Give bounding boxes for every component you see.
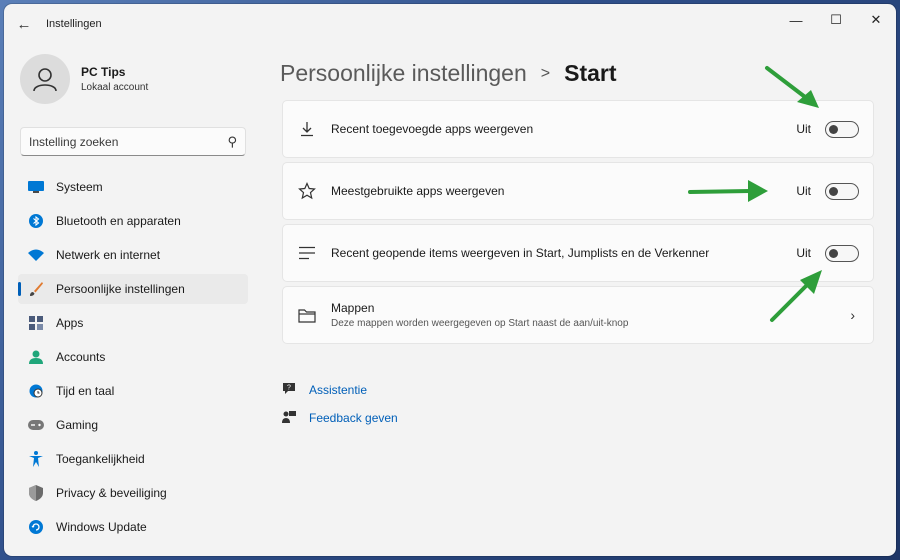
search-icon[interactable]: ⚲ — [227, 134, 237, 150]
recent-apps-toggle[interactable] — [825, 120, 859, 138]
sidebar-item-label: Windows Update — [56, 520, 147, 534]
help-links: ? Assistentie Feedback geven — [282, 376, 398, 432]
sidebar-item-label: Accounts — [56, 350, 106, 364]
back-button[interactable]: ← — [4, 4, 44, 44]
globe-clock-icon — [28, 383, 44, 399]
minimize-icon: — — [789, 12, 803, 28]
sidebar-item-tijd-en-taal[interactable]: Tijd en taal — [18, 376, 248, 406]
toggle-knob — [829, 186, 838, 196]
sidebar-item-label: Bluetooth en apparaten — [56, 214, 181, 228]
chevron-right-icon: › — [850, 307, 855, 323]
breadcrumb: Persoonlijke instellingen > Start — [280, 60, 617, 87]
paintbrush-icon — [28, 281, 44, 297]
feedback-link-row[interactable]: Feedback geven — [282, 404, 398, 432]
person-avatar-icon — [33, 68, 57, 92]
avatar — [20, 54, 70, 104]
apps-icon — [28, 315, 44, 331]
bluetooth-icon — [28, 213, 44, 229]
setting-label: Recent toegevoegde apps weergeven — [331, 122, 534, 136]
sidebar-item-label: Netwerk en internet — [56, 248, 161, 262]
feedback-icon — [282, 410, 304, 427]
help-link[interactable]: Assistentie — [309, 383, 367, 397]
toggle-knob — [829, 248, 838, 258]
list-icon — [283, 246, 331, 260]
toggle-state-label: Uit — [796, 122, 811, 136]
sidebar-item-accounts[interactable]: Accounts — [18, 342, 248, 372]
toggle-state-label: Uit — [796, 184, 811, 198]
help-chat-icon: ? — [282, 382, 304, 399]
sidebar-item-privacy[interactable]: Privacy & beveiliging — [18, 478, 248, 508]
minimize-button[interactable]: — — [776, 4, 816, 36]
sidebar-item-label: Privacy & beveiliging — [56, 486, 167, 500]
svg-text:?: ? — [287, 384, 291, 391]
sidebar-item-label: Persoonlijke instellingen — [56, 282, 185, 296]
help-link-row[interactable]: ? Assistentie — [282, 376, 398, 404]
sidebar-item-systeem[interactable]: Systeem — [18, 172, 248, 202]
recent-items-toggle[interactable] — [825, 244, 859, 262]
wifi-icon — [28, 247, 44, 263]
user-profile[interactable]: PC Tips Lokaal account — [20, 54, 148, 104]
close-button[interactable]: ✕ — [856, 4, 896, 36]
sidebar-nav: Systeem Bluetooth en apparaten Netwerk e… — [18, 172, 248, 546]
download-icon — [283, 121, 331, 137]
sidebar-item-apps[interactable]: Apps — [18, 308, 248, 338]
annotation-arrow-icon — [765, 66, 819, 108]
toggle-state-label: Uit — [796, 246, 811, 260]
folder-icon — [283, 308, 331, 323]
setting-row-most-used-apps: Meestgebruikte apps weergeven Uit — [282, 162, 874, 220]
annotation-arrow-icon — [688, 180, 768, 202]
accessibility-icon — [28, 451, 44, 467]
sidebar-item-gaming[interactable]: Gaming — [18, 410, 248, 440]
sidebar-item-label: Systeem — [56, 180, 103, 194]
breadcrumb-separator: > — [540, 64, 551, 82]
toggle-knob — [829, 124, 838, 134]
window-controls: — ☐ ✕ — [776, 4, 896, 36]
back-arrow-icon: ← — [16, 15, 32, 33]
maximize-icon: ☐ — [830, 12, 842, 27]
sidebar-item-bluetooth[interactable]: Bluetooth en apparaten — [18, 206, 248, 236]
sidebar-item-label: Apps — [56, 316, 84, 330]
sidebar-item-netwerk[interactable]: Netwerk en internet — [18, 240, 248, 270]
person-icon — [28, 349, 44, 365]
profile-account-type: Lokaal account — [81, 82, 149, 93]
search-input[interactable] — [29, 134, 209, 149]
title-bar: ← Instellingen — ☐ ✕ — [4, 4, 896, 44]
sidebar-item-label: Gaming — [56, 418, 99, 432]
app-title: Instellingen — [46, 18, 102, 30]
annotation-arrow-icon — [770, 270, 822, 322]
sidebar-item-windows-update[interactable]: Windows Update — [18, 512, 248, 542]
maximize-button[interactable]: ☐ — [816, 4, 856, 36]
shield-icon — [28, 485, 44, 501]
sidebar-item-persoonlijke-instellingen[interactable]: Persoonlijke instellingen — [18, 274, 248, 304]
close-icon: ✕ — [870, 12, 882, 27]
feedback-link[interactable]: Feedback geven — [309, 411, 398, 425]
breadcrumb-parent[interactable]: Persoonlijke instellingen — [280, 60, 527, 87]
search-box[interactable]: ⚲ — [20, 127, 246, 156]
sidebar-item-label: Toegankelijkheid — [56, 452, 145, 466]
profile-name: PC Tips — [81, 65, 126, 79]
gamepad-icon — [28, 417, 44, 433]
monitor-icon — [28, 179, 44, 195]
sidebar-item-label: Tijd en taal — [56, 384, 115, 398]
star-icon — [283, 182, 331, 200]
page-title: Start — [564, 60, 617, 86]
update-icon — [28, 519, 44, 535]
settings-window: ← Instellingen — ☐ ✕ PC Tips Lokaal acco… — [4, 4, 896, 556]
setting-label: Recent geopende items weergeven in Start… — [331, 246, 710, 260]
sidebar-item-toegankelijkheid[interactable]: Toegankelijkheid — [18, 444, 248, 474]
most-used-apps-toggle[interactable] — [825, 182, 859, 200]
